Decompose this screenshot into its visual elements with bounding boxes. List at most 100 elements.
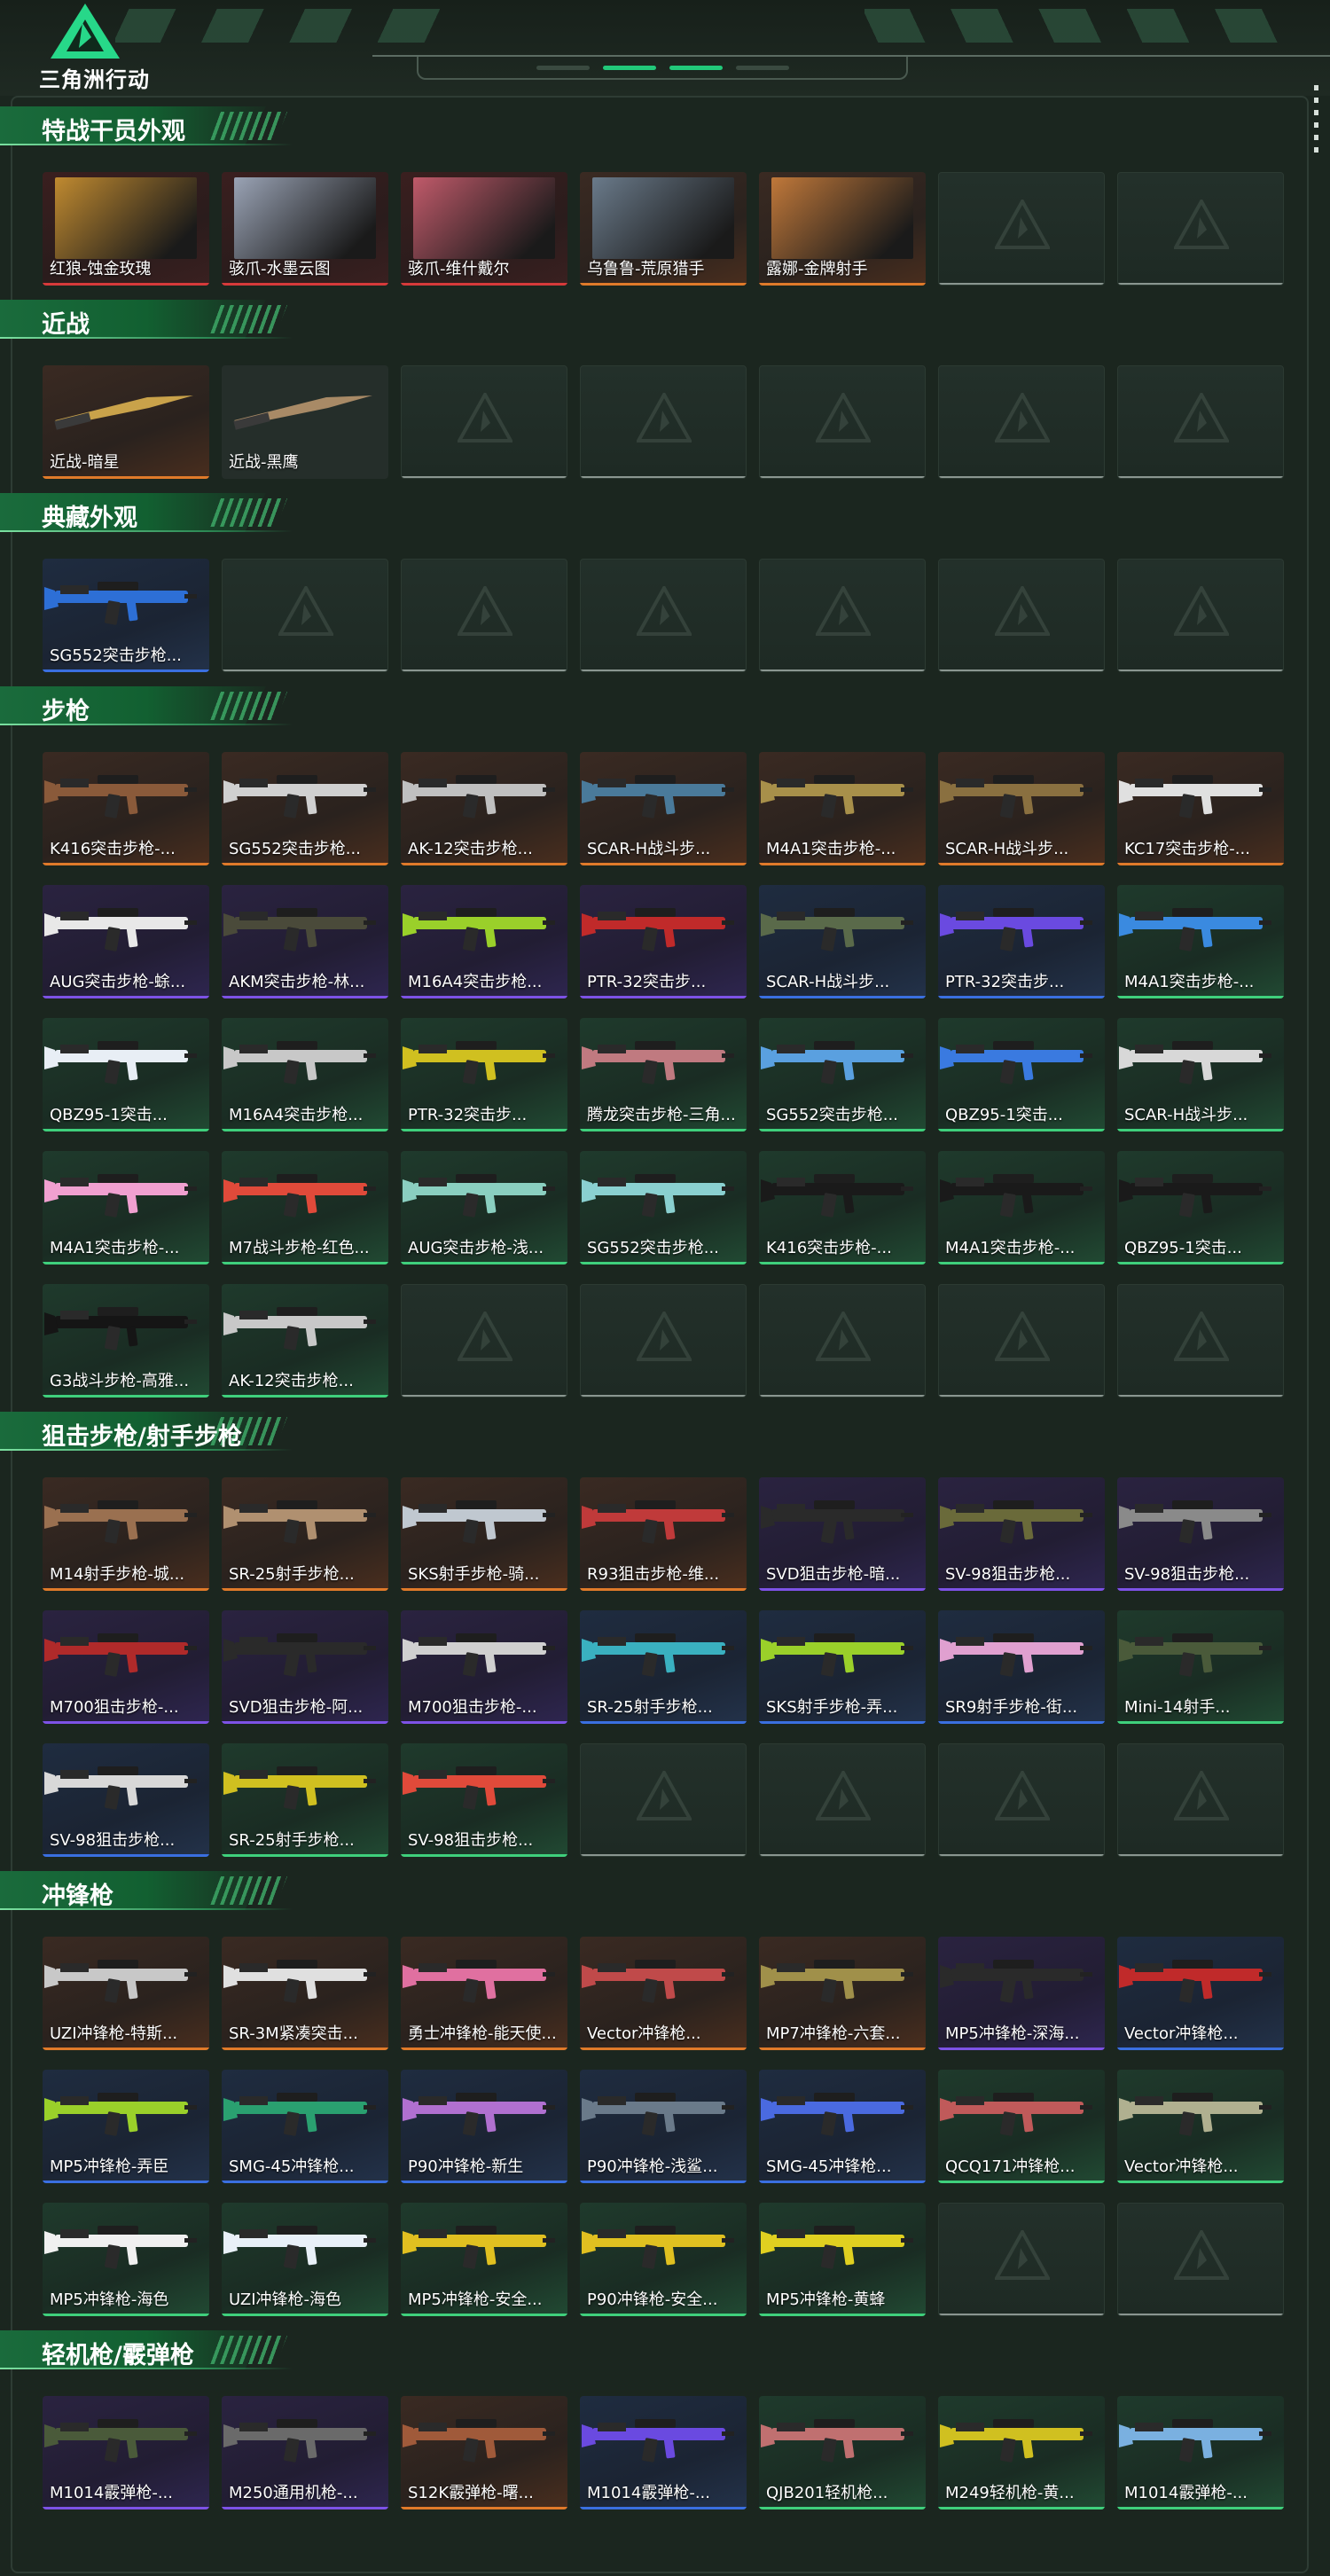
skin-card[interactable]: SV-98狙击步枪...: [401, 1743, 567, 1857]
skin-card[interactable]: PTR-32突击步...: [938, 885, 1105, 998]
skin-card[interactable]: AKM突击步枪-林...: [222, 885, 388, 998]
skin-card[interactable]: SV-98狙击步枪...: [1117, 1477, 1284, 1591]
skin-card[interactable]: 勇士冲锋枪-能天使...: [401, 1937, 567, 2050]
skin-card[interactable]: M1014霰弹枪-...: [580, 2396, 747, 2509]
skin-card[interactable]: M4A1突击步枪-...: [759, 752, 926, 865]
skin-card[interactable]: SR9射手步枪-街...: [938, 1610, 1105, 1724]
skin-card[interactable]: SG552突击步枪...: [222, 752, 388, 865]
skin-card[interactable]: MP5冲锋枪-黄蜂: [759, 2203, 926, 2316]
rarity-bar: [1118, 1395, 1283, 1397]
skin-card[interactable]: 露娜-金牌射手: [759, 172, 926, 286]
weapon-icon: [1119, 1174, 1271, 1218]
skin-card[interactable]: 近战-暗星: [43, 365, 209, 479]
skin-card[interactable]: K416突击步枪-...: [759, 1151, 926, 1265]
skin-card[interactable]: 腾龙突击步枪-三角...: [580, 1018, 747, 1131]
skin-card[interactable]: UZI冲锋枪-海色: [222, 2203, 388, 2316]
skin-card[interactable]: MP5冲锋枪-弄臣: [43, 2070, 209, 2183]
skin-card[interactable]: 乌鲁鲁-荒原猎手: [580, 172, 747, 286]
skin-card[interactable]: 红狼-蚀金玫瑰: [43, 172, 209, 286]
skin-card[interactable]: MP5冲锋枪-深海...: [938, 1937, 1105, 2050]
skin-card[interactable]: UZI冲锋枪-特斯...: [43, 1937, 209, 2050]
skin-card[interactable]: SV-98狙击步枪...: [938, 1477, 1105, 1591]
skin-card[interactable]: SVD狙击步枪-阿...: [222, 1610, 388, 1724]
skin-card[interactable]: S12K霰弹枪-曙...: [401, 2396, 567, 2509]
skin-card[interactable]: SCAR-H战斗步...: [1117, 1018, 1284, 1131]
skin-card[interactable]: SKS射手步枪-弄...: [759, 1610, 926, 1724]
skin-card[interactable]: Vector冲锋枪...: [1117, 2070, 1284, 2183]
skin-card[interactable]: SG552突击步枪...: [759, 1018, 926, 1131]
empty-slot: [580, 1743, 747, 1857]
skin-card[interactable]: P90冲锋枪-浅鲨...: [580, 2070, 747, 2183]
skin-card[interactable]: SCAR-H战斗步...: [938, 752, 1105, 865]
skin-card[interactable]: AK-12突击步枪...: [222, 1284, 388, 1398]
skin-card[interactable]: QJB201轻机枪...: [759, 2396, 926, 2509]
skin-card[interactable]: SR-25射手步枪...: [580, 1610, 747, 1724]
skin-card[interactable]: SKS射手步枪-骑...: [401, 1477, 567, 1591]
skin-card[interactable]: M249轻机枪-黄...: [938, 2396, 1105, 2509]
rarity-bar: [1117, 1721, 1284, 1724]
skin-card[interactable]: M16A4突击步枪...: [222, 1018, 388, 1131]
card-label: 近战-暗星: [50, 453, 120, 472]
card-label: SV-98狙击步枪...: [50, 1831, 176, 1850]
skin-card[interactable]: K416突击步枪-...: [43, 752, 209, 865]
rarity-bar: [1118, 283, 1283, 285]
skin-card[interactable]: M4A1突击步枪-...: [938, 1151, 1105, 1265]
skin-card[interactable]: QCQ171冲锋枪...: [938, 2070, 1105, 2183]
skin-card[interactable]: Vector冲锋枪...: [1117, 1937, 1284, 2050]
skin-card[interactable]: Mini-14射手...: [1117, 1610, 1284, 1724]
skin-card[interactable]: SV-98狙击步枪...: [43, 1743, 209, 1857]
skin-card[interactable]: MP7冲锋枪-六套...: [759, 1937, 926, 2050]
card-label: SG552突击步枪...: [766, 1106, 898, 1124]
skin-card[interactable]: SCAR-H战斗步...: [580, 752, 747, 865]
weapon-icon: [44, 2093, 197, 2136]
skin-card[interactable]: Vector冲锋枪...: [580, 1937, 747, 2050]
weapon-icon: [940, 1960, 1092, 2003]
skin-card[interactable]: M7战斗步枪-红色...: [222, 1151, 388, 1265]
skin-card[interactable]: AUG突击步枪-浅...: [401, 1151, 567, 1265]
skin-card[interactable]: KC17突击步枪-...: [1117, 752, 1284, 865]
skin-card[interactable]: QBZ95-1突击...: [938, 1018, 1105, 1131]
skin-card[interactable]: M700狙击步枪-...: [401, 1610, 567, 1724]
rarity-bar: [43, 1721, 209, 1724]
skin-card[interactable]: SVD狙击步枪-暗...: [759, 1477, 926, 1591]
card-label: SV-98狙击步枪...: [408, 1831, 534, 1850]
skin-card[interactable]: 骇爪-水墨云图: [222, 172, 388, 286]
skin-card[interactable]: PTR-32突击步...: [580, 885, 747, 998]
skin-card[interactable]: MP5冲锋枪-海色: [43, 2203, 209, 2316]
card-label: MP7冲锋枪-六套...: [766, 2024, 901, 2043]
skin-card[interactable]: SG552突击步枪...: [43, 559, 209, 672]
skin-card[interactable]: M700狙击步枪-...: [43, 1610, 209, 1724]
skin-card[interactable]: 骇爪-维什戴尔: [401, 172, 567, 286]
skin-card[interactable]: R93狙击步枪-维...: [580, 1477, 747, 1591]
skin-card[interactable]: M14射手步枪-城...: [43, 1477, 209, 1591]
skin-card[interactable]: QBZ95-1突击...: [43, 1018, 209, 1131]
skin-card[interactable]: G3战斗步枪-高雅...: [43, 1284, 209, 1398]
skin-card[interactable]: QBZ95-1突击...: [1117, 1151, 1284, 1265]
card-label: Vector冲锋枪...: [587, 2024, 701, 2043]
card-label: 红狼-蚀金玫瑰: [50, 260, 152, 278]
rarity-bar: [222, 1395, 388, 1398]
skin-card[interactable]: P90冲锋枪-新生: [401, 2070, 567, 2183]
weapon-icon: [1119, 1041, 1271, 1084]
skin-card[interactable]: SR-3M紧凑突击...: [222, 1937, 388, 2050]
skin-card[interactable]: 近战-黑鹰: [222, 365, 388, 479]
skin-card[interactable]: AK-12突击步枪...: [401, 752, 567, 865]
skin-card[interactable]: SR-25射手步枪...: [222, 1477, 388, 1591]
skin-card[interactable]: M1014霰弹枪-...: [43, 2396, 209, 2509]
weapon-icon: [1119, 908, 1271, 951]
skin-card[interactable]: MP5冲锋枪-安全...: [401, 2203, 567, 2316]
skin-card[interactable]: M4A1突击步枪-...: [43, 1151, 209, 1265]
skin-card[interactable]: SMG-45冲锋枪...: [222, 2070, 388, 2183]
skin-card[interactable]: M1014霰弹枪-...: [1117, 2396, 1284, 2509]
skin-card[interactable]: P90冲锋枪-安全...: [580, 2203, 747, 2316]
weapon-icon: [582, 908, 734, 951]
skin-card[interactable]: M250通用机枪-...: [222, 2396, 388, 2509]
skin-card[interactable]: PTR-32突击步...: [401, 1018, 567, 1131]
skin-card[interactable]: SCAR-H战斗步...: [759, 885, 926, 998]
skin-card[interactable]: M4A1突击步枪-...: [1117, 885, 1284, 998]
skin-card[interactable]: M16A4突击步枪...: [401, 885, 567, 998]
skin-card[interactable]: SG552突击步枪...: [580, 1151, 747, 1265]
skin-card[interactable]: AUG突击步枪-蜍...: [43, 885, 209, 998]
skin-card[interactable]: SMG-45冲锋枪...: [759, 2070, 926, 2183]
skin-card[interactable]: SR-25射手步枪...: [222, 1743, 388, 1857]
